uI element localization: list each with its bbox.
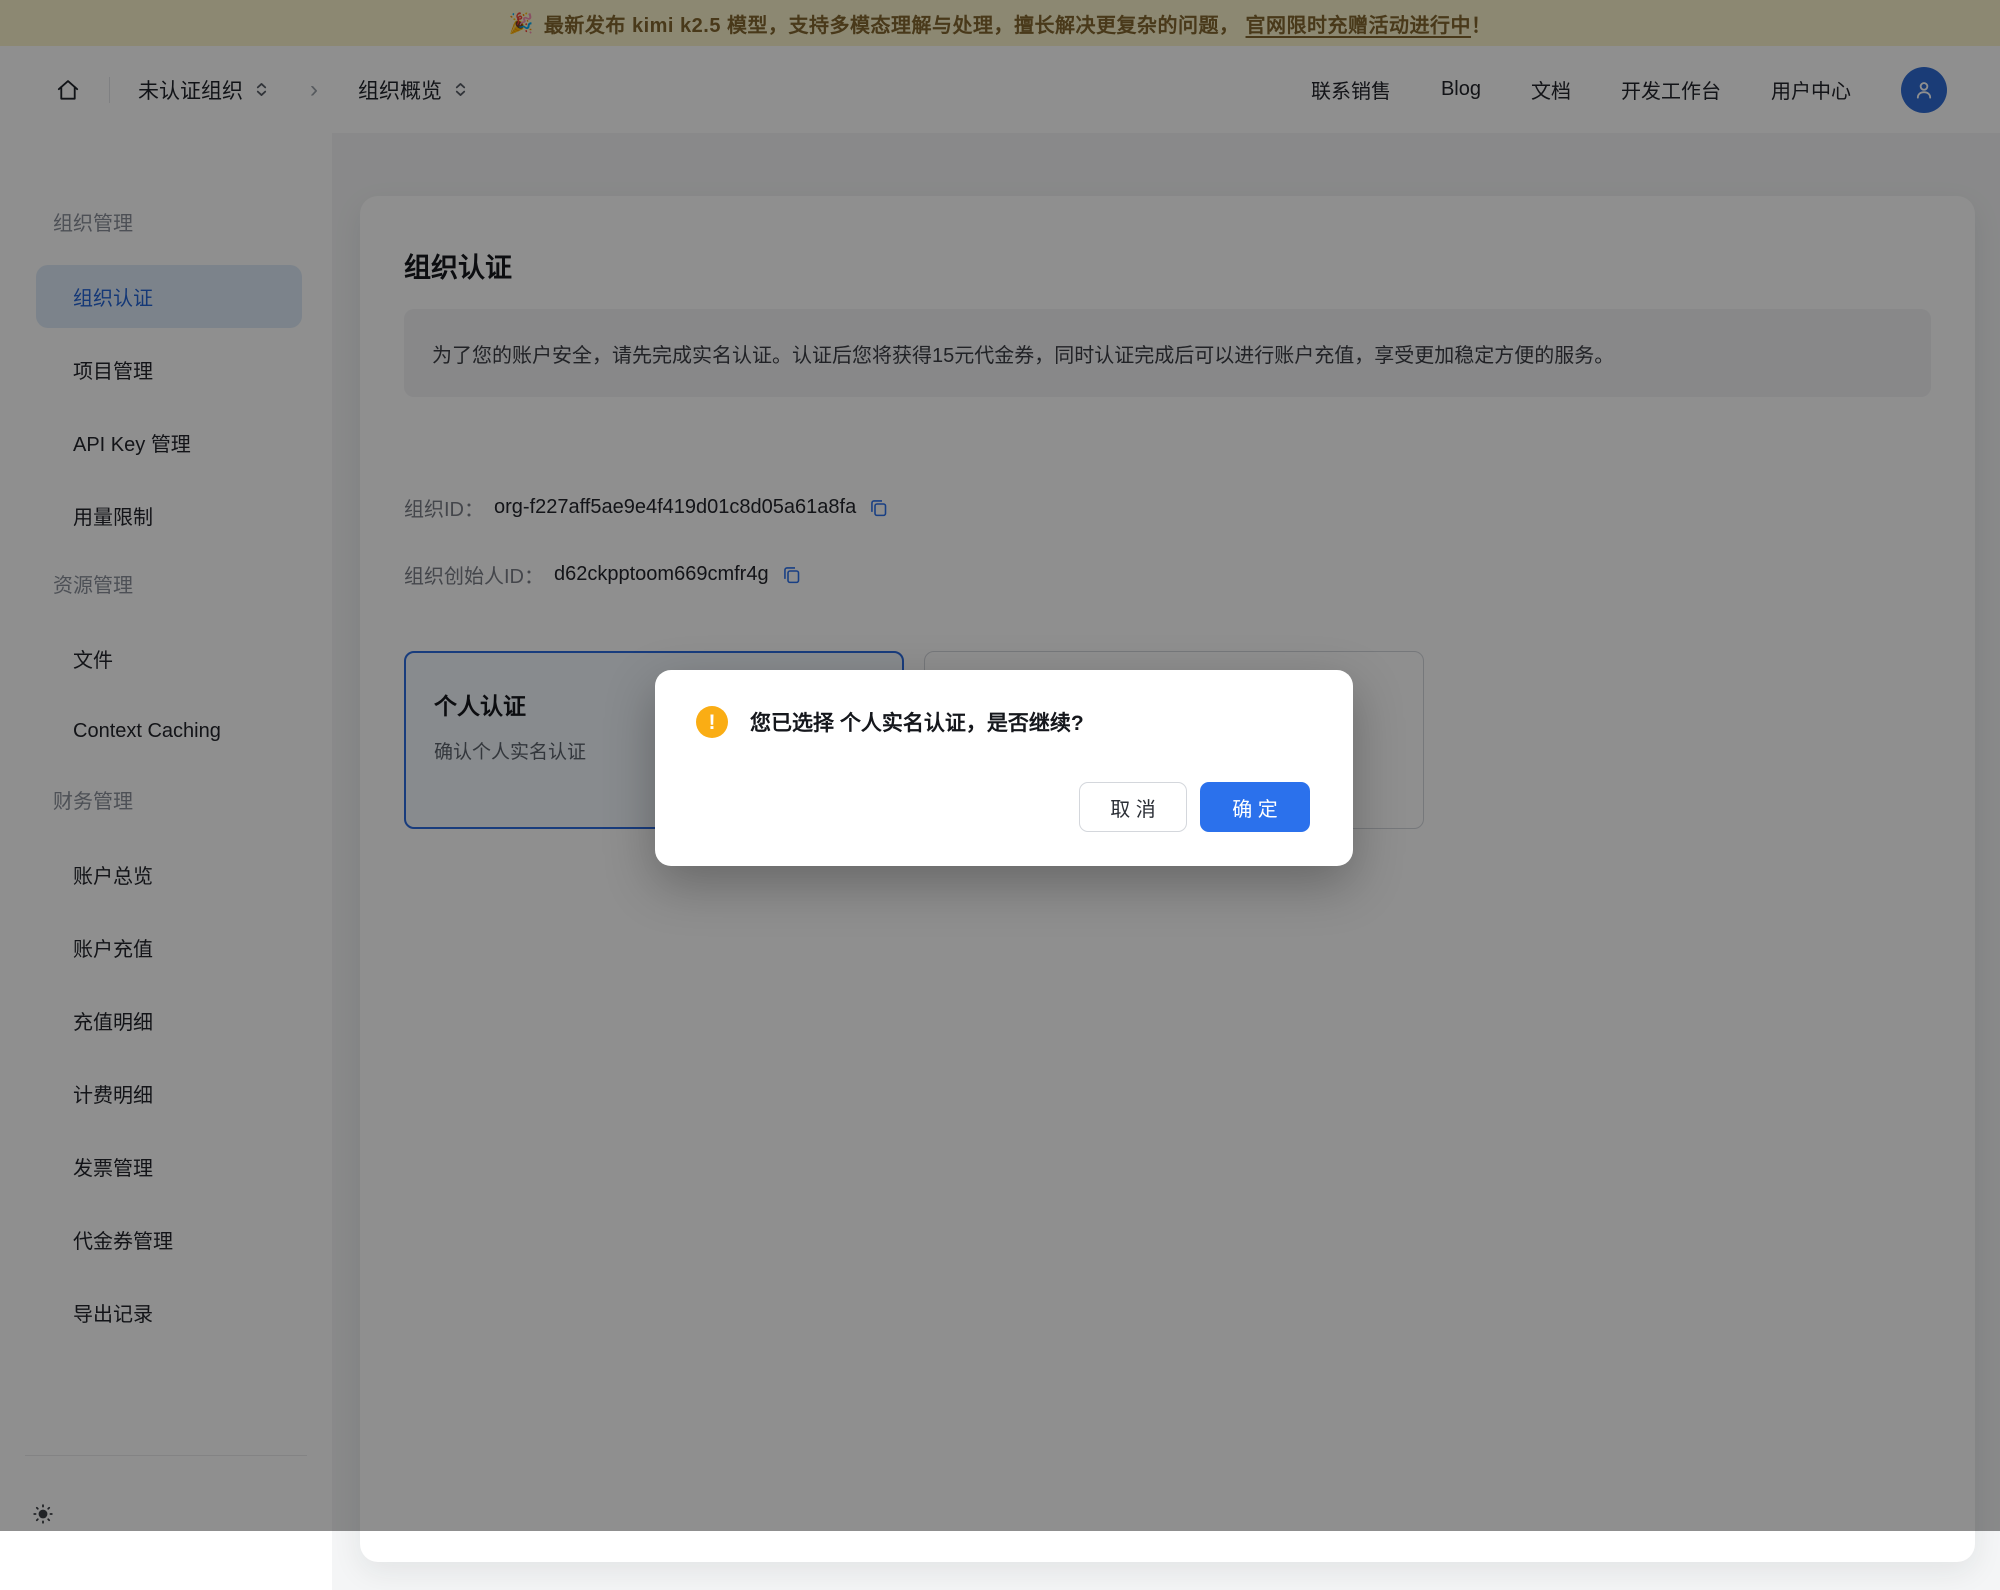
confirm-dialog-body: ! 您已选择 个人实名认证，是否继续? [655, 670, 1353, 738]
confirm-button[interactable]: 确 定 [1200, 782, 1310, 832]
warning-icon: ! [696, 706, 728, 738]
confirm-dialog: ! 您已选择 个人实名认证，是否继续? 取 消 确 定 [655, 670, 1353, 866]
confirm-dialog-message: 您已选择 个人实名认证，是否继续? [750, 707, 1084, 737]
confirm-dialog-buttons: 取 消 确 定 [1079, 782, 1310, 832]
cancel-button[interactable]: 取 消 [1079, 782, 1187, 832]
